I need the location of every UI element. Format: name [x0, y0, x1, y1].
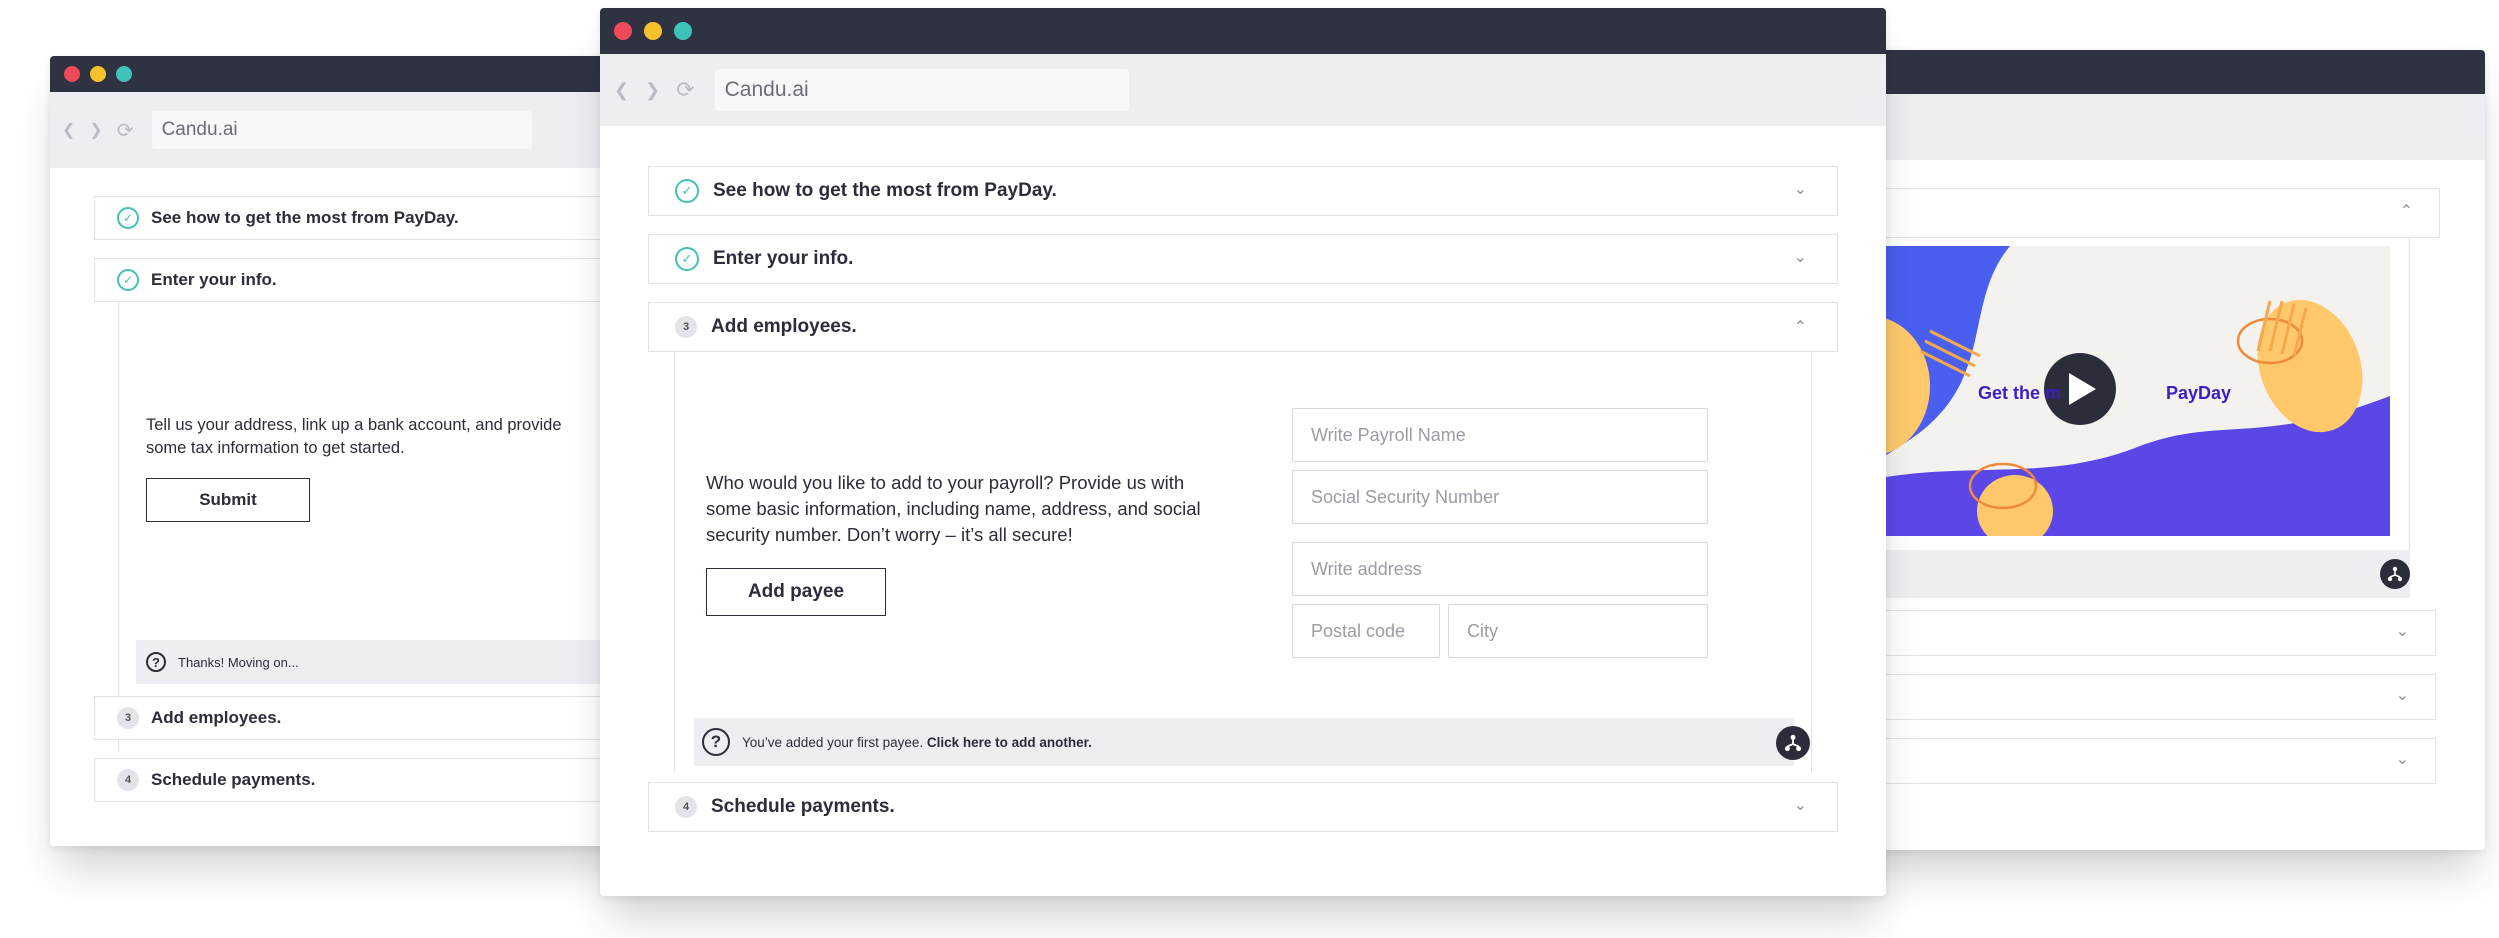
left-toolbar: ❮ ❯ ⟳ Candu.ai — [50, 92, 650, 168]
step-label: Schedule payments. — [711, 796, 895, 817]
add-payee-button[interactable]: Add payee — [706, 568, 886, 616]
center-url-bar[interactable]: Candu.ai — [714, 69, 1129, 111]
step-label: Enter your info. — [151, 270, 277, 289]
minimize-window-button[interactable] — [644, 22, 662, 40]
submit-button[interactable]: Submit — [146, 478, 310, 522]
right-toolbar — [1840, 94, 2485, 160]
step-label: See how to get the most from PayDay. — [713, 180, 1057, 201]
step-label: Add employees. — [711, 316, 857, 337]
reload-icon[interactable]: ⟳ — [117, 118, 134, 143]
right-browser-window: ⌃ Get the m PayDay ⌄ ⌄ ⌄ — [1840, 50, 2485, 850]
back-icon[interactable]: ❮ — [62, 120, 75, 140]
hint-text: You’ve added your first payee. — [742, 734, 927, 750]
check-icon: ✓ — [117, 207, 139, 229]
right-hint-bar — [1840, 550, 2410, 598]
left-step-3[interactable]: 3 Add employees. — [94, 696, 650, 740]
chevron-down-icon: ⌄ — [2395, 751, 2409, 768]
right-step-1[interactable]: ⌃ — [1840, 188, 2440, 238]
check-icon: ✓ — [117, 269, 139, 291]
left-browser-window: ❮ ❯ ⟳ Candu.ai ✓ See how to get the most… — [50, 56, 650, 846]
check-icon: ✓ — [675, 179, 699, 203]
left-url-bar[interactable]: Candu.ai — [151, 111, 532, 149]
back-icon[interactable]: ❮ — [614, 80, 629, 101]
center-step-1[interactable]: ✓ See how to get the most from PayDay. ⌄ — [648, 166, 1838, 216]
left-step-2-panel — [118, 302, 650, 752]
step-number: 3 — [675, 316, 697, 338]
reload-icon[interactable]: ⟳ — [676, 77, 694, 103]
center-step-3[interactable]: 3 Add employees. ⌃ — [648, 302, 1838, 352]
postal-code-input[interactable]: Postal code — [1292, 604, 1440, 658]
chevron-down-icon: ⌄ — [2395, 687, 2409, 704]
step-label: Enter your info. — [713, 248, 854, 269]
maximize-window-button[interactable] — [674, 22, 692, 40]
minimize-window-button[interactable] — [90, 66, 106, 82]
question-icon: ? — [146, 652, 166, 672]
right-step-2[interactable]: ⌄ — [1840, 610, 2436, 656]
left-titlebar — [50, 56, 650, 92]
hint-text: Thanks! Moving on... — [178, 654, 299, 670]
address-input[interactable]: Write address — [1292, 542, 1708, 596]
left-hint-bar: ? Thanks! Moving on... — [136, 640, 650, 684]
forward-icon[interactable]: ❯ — [89, 120, 102, 140]
chevron-up-icon: ⌃ — [2399, 203, 2413, 220]
stage: ❮ ❯ ⟳ Candu.ai ✓ See how to get the most… — [0, 0, 2499, 938]
check-icon: ✓ — [675, 247, 699, 271]
center-browser-window: ❮ ❯ ⟳ Candu.ai ✓ See how to get the most… — [600, 8, 1886, 896]
center-step-2[interactable]: ✓ Enter your info. ⌄ — [648, 234, 1838, 284]
step-label: Schedule payments. — [151, 770, 316, 789]
city-input[interactable]: City — [1448, 604, 1708, 658]
forward-icon[interactable]: ❯ — [645, 80, 660, 101]
right-step-3[interactable]: ⌄ — [1840, 674, 2436, 720]
video-caption-left: Get the m — [1978, 383, 2062, 403]
add-another-link[interactable]: Click here to add another. — [927, 735, 1092, 750]
left-step-1[interactable]: ✓ See how to get the most from PayDay. — [94, 196, 650, 240]
chevron-down-icon: ⌄ — [1793, 249, 1807, 266]
question-icon: ? — [702, 728, 730, 756]
center-step-4[interactable]: 4 Schedule payments. ⌄ — [648, 782, 1838, 832]
chevron-down-icon: ⌄ — [1793, 797, 1807, 814]
step-number: 4 — [117, 769, 139, 791]
left-step-2[interactable]: ✓ Enter your info. — [94, 258, 650, 302]
center-toolbar: ❮ ❯ ⟳ Candu.ai — [600, 54, 1886, 126]
step-label: Add employees. — [151, 708, 282, 727]
url-text: Candu.ai — [161, 119, 238, 140]
center-body-text: Who would you like to add to your payrol… — [706, 472, 1201, 545]
url-text: Candu.ai — [724, 78, 809, 101]
chevron-up-icon: ⌃ — [1793, 319, 1807, 336]
center-hint-bar: ? You’ve added your first payee. Click h… — [694, 718, 1794, 766]
right-titlebar — [1840, 50, 2485, 94]
right-step-4[interactable]: ⌄ — [1840, 738, 2436, 784]
close-window-button[interactable] — [614, 22, 632, 40]
maximize-window-button[interactable] — [116, 66, 132, 82]
step-number: 4 — [675, 796, 697, 818]
left-step-4[interactable]: 4 Schedule payments. — [94, 758, 650, 802]
step-label: See how to get the most from PayDay. — [151, 208, 459, 227]
close-window-button[interactable] — [64, 66, 80, 82]
chevron-down-icon: ⌄ — [1793, 181, 1807, 198]
video-caption-right: PayDay — [2166, 383, 2232, 403]
chevron-down-icon: ⌄ — [2395, 623, 2409, 640]
step-number: 3 — [117, 707, 139, 729]
center-titlebar — [600, 8, 1886, 54]
ssn-input[interactable]: Social Security Number — [1292, 470, 1708, 524]
share-icon[interactable] — [1776, 726, 1810, 760]
share-icon[interactable] — [2380, 559, 2410, 589]
left-body-text: Tell us your address, link up a bank acc… — [146, 416, 562, 457]
video-thumbnail[interactable] — [1840, 246, 2390, 536]
payroll-name-input[interactable]: Write Payroll Name — [1292, 408, 1708, 462]
